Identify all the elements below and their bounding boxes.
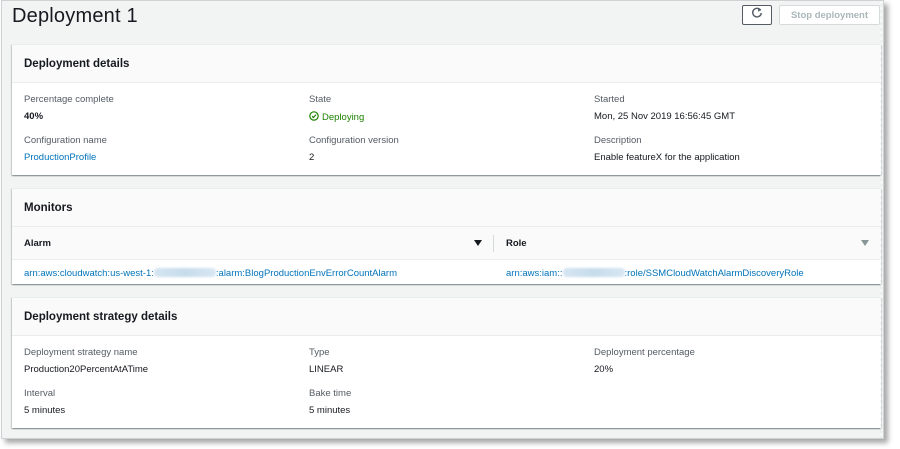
interval-value: 5 minutes [24, 405, 66, 416]
description-label: Description [594, 135, 642, 146]
deployment-strategy-header: Deployment strategy details [12, 298, 881, 336]
description-value: Enable featureX for the application [594, 152, 740, 163]
monitors-table-header: Alarm Role [12, 227, 881, 260]
role-arn-prefix: arn:aws:iam:: [506, 268, 563, 279]
configuration-version-label: Configuration version [309, 135, 399, 146]
type-field: Type LINEAR [309, 347, 343, 375]
alarm-arn-link[interactable]: arn:aws:cloudwatch:us-west-1: :alarm:Blog… [24, 268, 397, 279]
alarm-arn-prefix: arn:aws:cloudwatch:us-west-1: [24, 268, 154, 279]
refresh-button[interactable] [742, 5, 772, 25]
configuration-name-link[interactable]: ProductionProfile [24, 152, 96, 163]
role-arn-suffix: :role/SSMCloudWatchAlarmDiscoveryRole [624, 268, 804, 279]
strategy-name-label: Deployment strategy name [24, 347, 138, 358]
started-label: Started [594, 94, 625, 105]
configuration-version-value: 2 [309, 152, 315, 163]
role-arn-link[interactable]: arn:aws:iam:::role/SSMCloudWatchAlarmDis… [506, 268, 804, 279]
check-circle-icon [309, 111, 319, 124]
state-value: Deploying [309, 111, 364, 124]
deployment-details-card: Deployment details Percentage complete 4… [12, 44, 881, 175]
state-field: State Deploying [309, 94, 364, 124]
deployment-percentage-field: Deployment percentage 20% [594, 347, 695, 375]
deployment-percentage-value: 20% [594, 364, 614, 375]
refresh-icon [751, 6, 763, 24]
started-field: Started Mon, 25 Nov 2019 16:56:45 GMT [594, 94, 735, 122]
type-label: Type [309, 347, 330, 358]
bake-time-label: Bake time [309, 388, 352, 399]
table-row: arn:aws:cloudwatch:us-west-1: :alarm:Blog… [12, 260, 881, 288]
interval-label: Interval [24, 388, 56, 399]
deployment-percentage-label: Deployment percentage [594, 347, 695, 358]
alarm-column-header[interactable]: Alarm [24, 227, 51, 260]
redacted-account-id [562, 268, 625, 277]
redacted-account-id [153, 268, 216, 277]
bake-time-field: Bake time 5 minutes [309, 388, 351, 416]
column-divider [493, 235, 494, 252]
page-title: Deployment 1 [12, 5, 138, 27]
deployment-details-header: Deployment details [12, 45, 881, 83]
deployment-page: Deployment 1 Stop deployment Deployment … [1, 0, 884, 439]
configuration-version-field: Configuration version 2 [309, 135, 399, 163]
started-value: Mon, 25 Nov 2019 16:56:45 GMT [594, 111, 735, 122]
alarm-arn-suffix: :alarm:BlogProductionEnvErrorCountAlarm [215, 268, 397, 279]
monitors-header: Monitors [12, 189, 881, 227]
role-cell: arn:aws:iam:::role/SSMCloudWatchAlarmDis… [506, 268, 804, 279]
description-field: Description Enable featureX for the appl… [594, 135, 740, 163]
interval-field: Interval 5 minutes [24, 388, 65, 416]
percentage-complete-label: Percentage complete [24, 94, 114, 105]
sort-down-icon[interactable] [474, 240, 482, 246]
monitors-card: Monitors Alarm Role arn:aws:cloudwatch:u… [12, 188, 881, 284]
strategy-name-field: Deployment strategy name Production20Per… [24, 347, 148, 375]
strategy-name-value: Production20PercentAtATime [24, 364, 149, 375]
deployment-strategy-card: Deployment strategy details Deployment s… [12, 297, 881, 428]
configuration-name-value-wrap: ProductionProfile [24, 152, 107, 163]
sort-down-icon[interactable] [861, 240, 869, 246]
torn-edge [880, 1, 883, 438]
state-text: Deploying [322, 112, 365, 123]
alarm-cell: arn:aws:cloudwatch:us-west-1: :alarm:Blog… [24, 268, 397, 279]
role-column-header[interactable]: Role [506, 227, 527, 260]
bake-time-value: 5 minutes [309, 405, 351, 416]
configuration-name-field: Configuration name ProductionProfile [24, 135, 107, 163]
stop-deployment-button[interactable]: Stop deployment [779, 5, 880, 25]
percentage-complete-value: 40% [24, 111, 44, 122]
state-label: State [309, 94, 332, 105]
type-value: LINEAR [309, 364, 344, 375]
configuration-name-label: Configuration name [24, 135, 107, 146]
percentage-complete-field: Percentage complete 40% [24, 94, 114, 122]
